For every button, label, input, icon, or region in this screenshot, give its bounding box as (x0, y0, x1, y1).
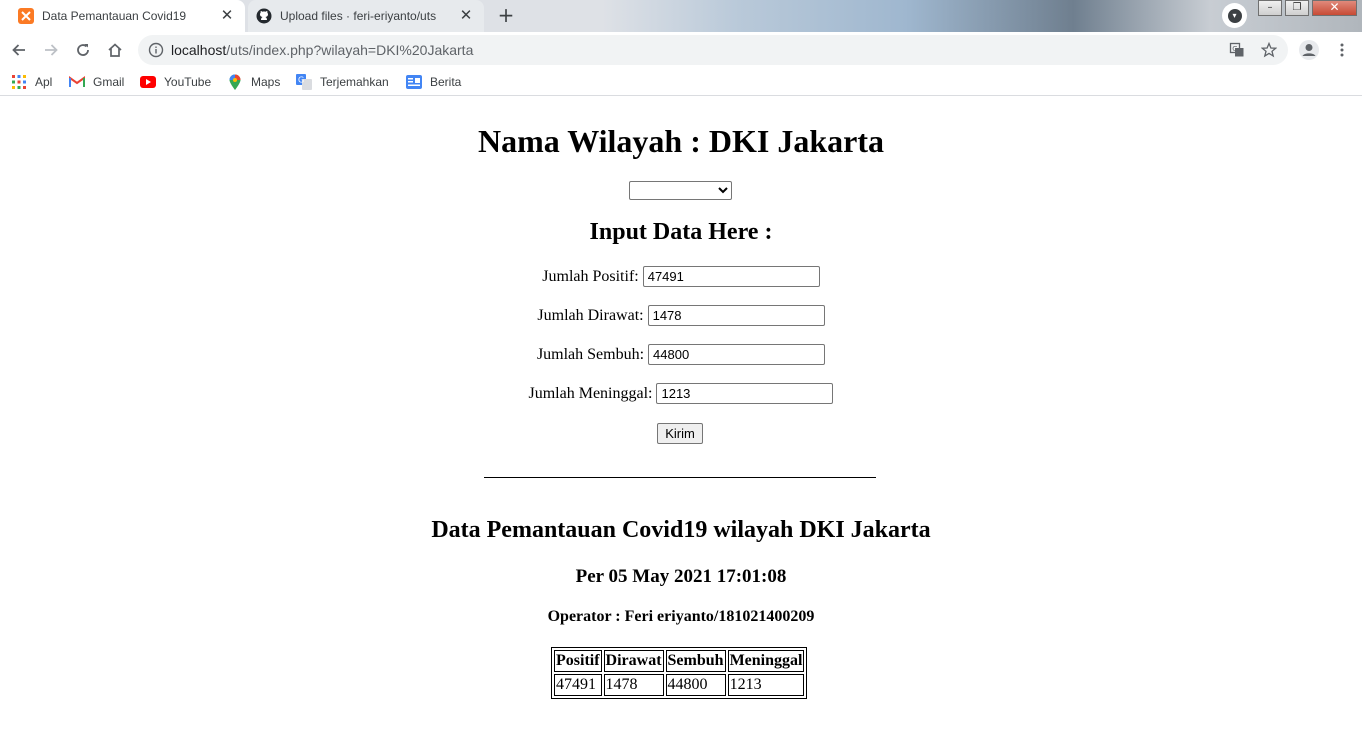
back-arrow-icon (12, 44, 25, 56)
kirim-button[interactable]: Kirim (657, 423, 703, 444)
table-header-row: Positif Dirawat Sembuh Meninggal (554, 650, 805, 672)
region-select-wrap (629, 181, 732, 200)
sembuh-input[interactable] (648, 344, 826, 365)
url-host: localhost (171, 42, 227, 58)
table-cell: 47491 (554, 674, 602, 696)
bookmark-maps[interactable]: Maps (227, 74, 280, 90)
dirawat-label: Jumlah Dirawat: (537, 306, 644, 324)
operator-info: Operator : Feri eriyanto/181021400209 (547, 608, 815, 625)
gmail-icon (69, 74, 85, 90)
chevron-down-icon: ▾ (1227, 8, 1242, 23)
url-text: localhost/uts/index.php?wilayah=DKI%20Ja… (171, 42, 473, 58)
xampp-icon (18, 8, 34, 24)
home-icon (108, 43, 122, 57)
form-heading: Input Data Here : (589, 219, 773, 245)
bookmark-youtube[interactable]: YouTube (140, 74, 211, 90)
window-background (602, 0, 1362, 32)
kebab-menu-icon (1340, 43, 1344, 57)
minimize-button[interactable]: – (1258, 0, 1282, 16)
svg-text:G: G (1232, 45, 1237, 53)
page-content: Nama Wilayah : DKI Jakarta Input Data He… (0, 101, 1362, 735)
translate-page-icon[interactable]: G (1229, 42, 1245, 58)
browser-toolbar: localhost/uts/index.php?wilayah=DKI%20Ja… (0, 32, 1362, 68)
covid-data-table: Positif Dirawat Sembuh Meninggal 47491 1… (551, 647, 808, 699)
close-tab-icon[interactable]: ✕ (458, 8, 474, 24)
star-icon[interactable] (1261, 42, 1277, 58)
youtube-icon (140, 74, 156, 90)
github-icon (256, 8, 272, 24)
bookmark-berita[interactable]: Berita (406, 74, 461, 90)
table-cell: 1478 (603, 674, 664, 696)
menu-button[interactable] (1328, 36, 1356, 64)
home-button[interactable] (101, 36, 129, 64)
table-cell: 44800 (665, 674, 726, 696)
reload-icon (77, 44, 89, 56)
bookmark-label: Apl (35, 75, 53, 89)
address-bar[interactable]: localhost/uts/index.php?wilayah=DKI%20Ja… (138, 35, 1288, 65)
column-header: Meninggal (727, 650, 805, 672)
dirawat-input[interactable] (647, 305, 825, 326)
new-tab-button[interactable]: + (493, 4, 519, 28)
sembuh-label: Jumlah Sembuh: (536, 345, 645, 363)
table-row: 47491 1478 44800 1213 (554, 674, 805, 696)
tab-upload-files[interactable]: Upload files · feri-eriyanto/uts ✕ (248, 0, 484, 32)
bookmarks-bar: Apl Gmail YouTube Maps G Terjemahkan Ber… (0, 68, 1362, 96)
apps-grid-icon (11, 74, 27, 90)
page-title: Nama Wilayah : DKI Jakarta (478, 123, 884, 159)
positif-input[interactable] (642, 266, 820, 287)
meninggal-input[interactable] (656, 383, 834, 404)
tab-search-button[interactable]: ▾ (1222, 3, 1247, 28)
translate-icon: G (296, 74, 312, 90)
info-icon (148, 42, 164, 58)
window-close-button[interactable]: ✕ (1312, 0, 1357, 16)
tab-title: Upload files · feri-eriyanto/uts (280, 9, 437, 23)
region-select[interactable] (629, 181, 732, 200)
profile-button[interactable] (1295, 36, 1323, 64)
bookmark-terjemahkan[interactable]: G Terjemahkan (296, 74, 389, 90)
report-heading: Data Pemantauan Covid19 wilayah DKI Jaka… (431, 517, 931, 543)
dirawat-row: Jumlah Dirawat: (0, 305, 1362, 326)
profile-avatar-icon (1299, 40, 1319, 60)
column-header: Sembuh (665, 650, 726, 672)
bookmark-label: Berita (430, 75, 462, 89)
positif-row: Jumlah Positif: (0, 266, 1362, 287)
divider (484, 477, 876, 478)
url-path: /uts/index.php?wilayah=DKI%20Jakarta (226, 42, 474, 58)
report-date: Per 05 May 2021 17:01:08 (575, 566, 787, 587)
bookmark-gmail[interactable]: Gmail (69, 74, 124, 90)
forward-button[interactable] (37, 36, 65, 64)
svg-text:G: G (298, 76, 304, 85)
bookmark-label: Gmail (93, 75, 125, 89)
tab-data-pemantauan[interactable]: Data Pemantauan Covid19 ✕ (0, 0, 245, 32)
meninggal-label: Jumlah Meninggal: (528, 384, 653, 402)
column-header: Positif (554, 650, 602, 672)
column-header: Dirawat (603, 650, 664, 672)
positif-label: Jumlah Positif: (542, 267, 639, 285)
bookmark-label: YouTube (164, 75, 212, 89)
bookmark-apl[interactable]: Apl (11, 74, 52, 90)
reload-button[interactable] (69, 36, 97, 64)
forward-arrow-icon (45, 44, 58, 56)
tab-title: Data Pemantauan Covid19 (42, 9, 187, 23)
close-tab-icon[interactable]: ✕ (219, 8, 235, 24)
bookmark-label: Terjemahkan (320, 75, 389, 89)
news-icon (406, 74, 422, 90)
maps-pin-icon (227, 74, 243, 90)
restore-button[interactable]: ❐ (1285, 0, 1309, 16)
meninggal-row: Jumlah Meninggal: (0, 383, 1362, 404)
bookmark-label: Maps (251, 75, 281, 89)
tab-strip: Data Pemantauan Covid19 ✕ Upload files ·… (0, 0, 1362, 32)
table-cell: 1213 (727, 674, 805, 696)
sembuh-row: Jumlah Sembuh: (0, 344, 1362, 365)
back-button[interactable] (5, 36, 33, 64)
